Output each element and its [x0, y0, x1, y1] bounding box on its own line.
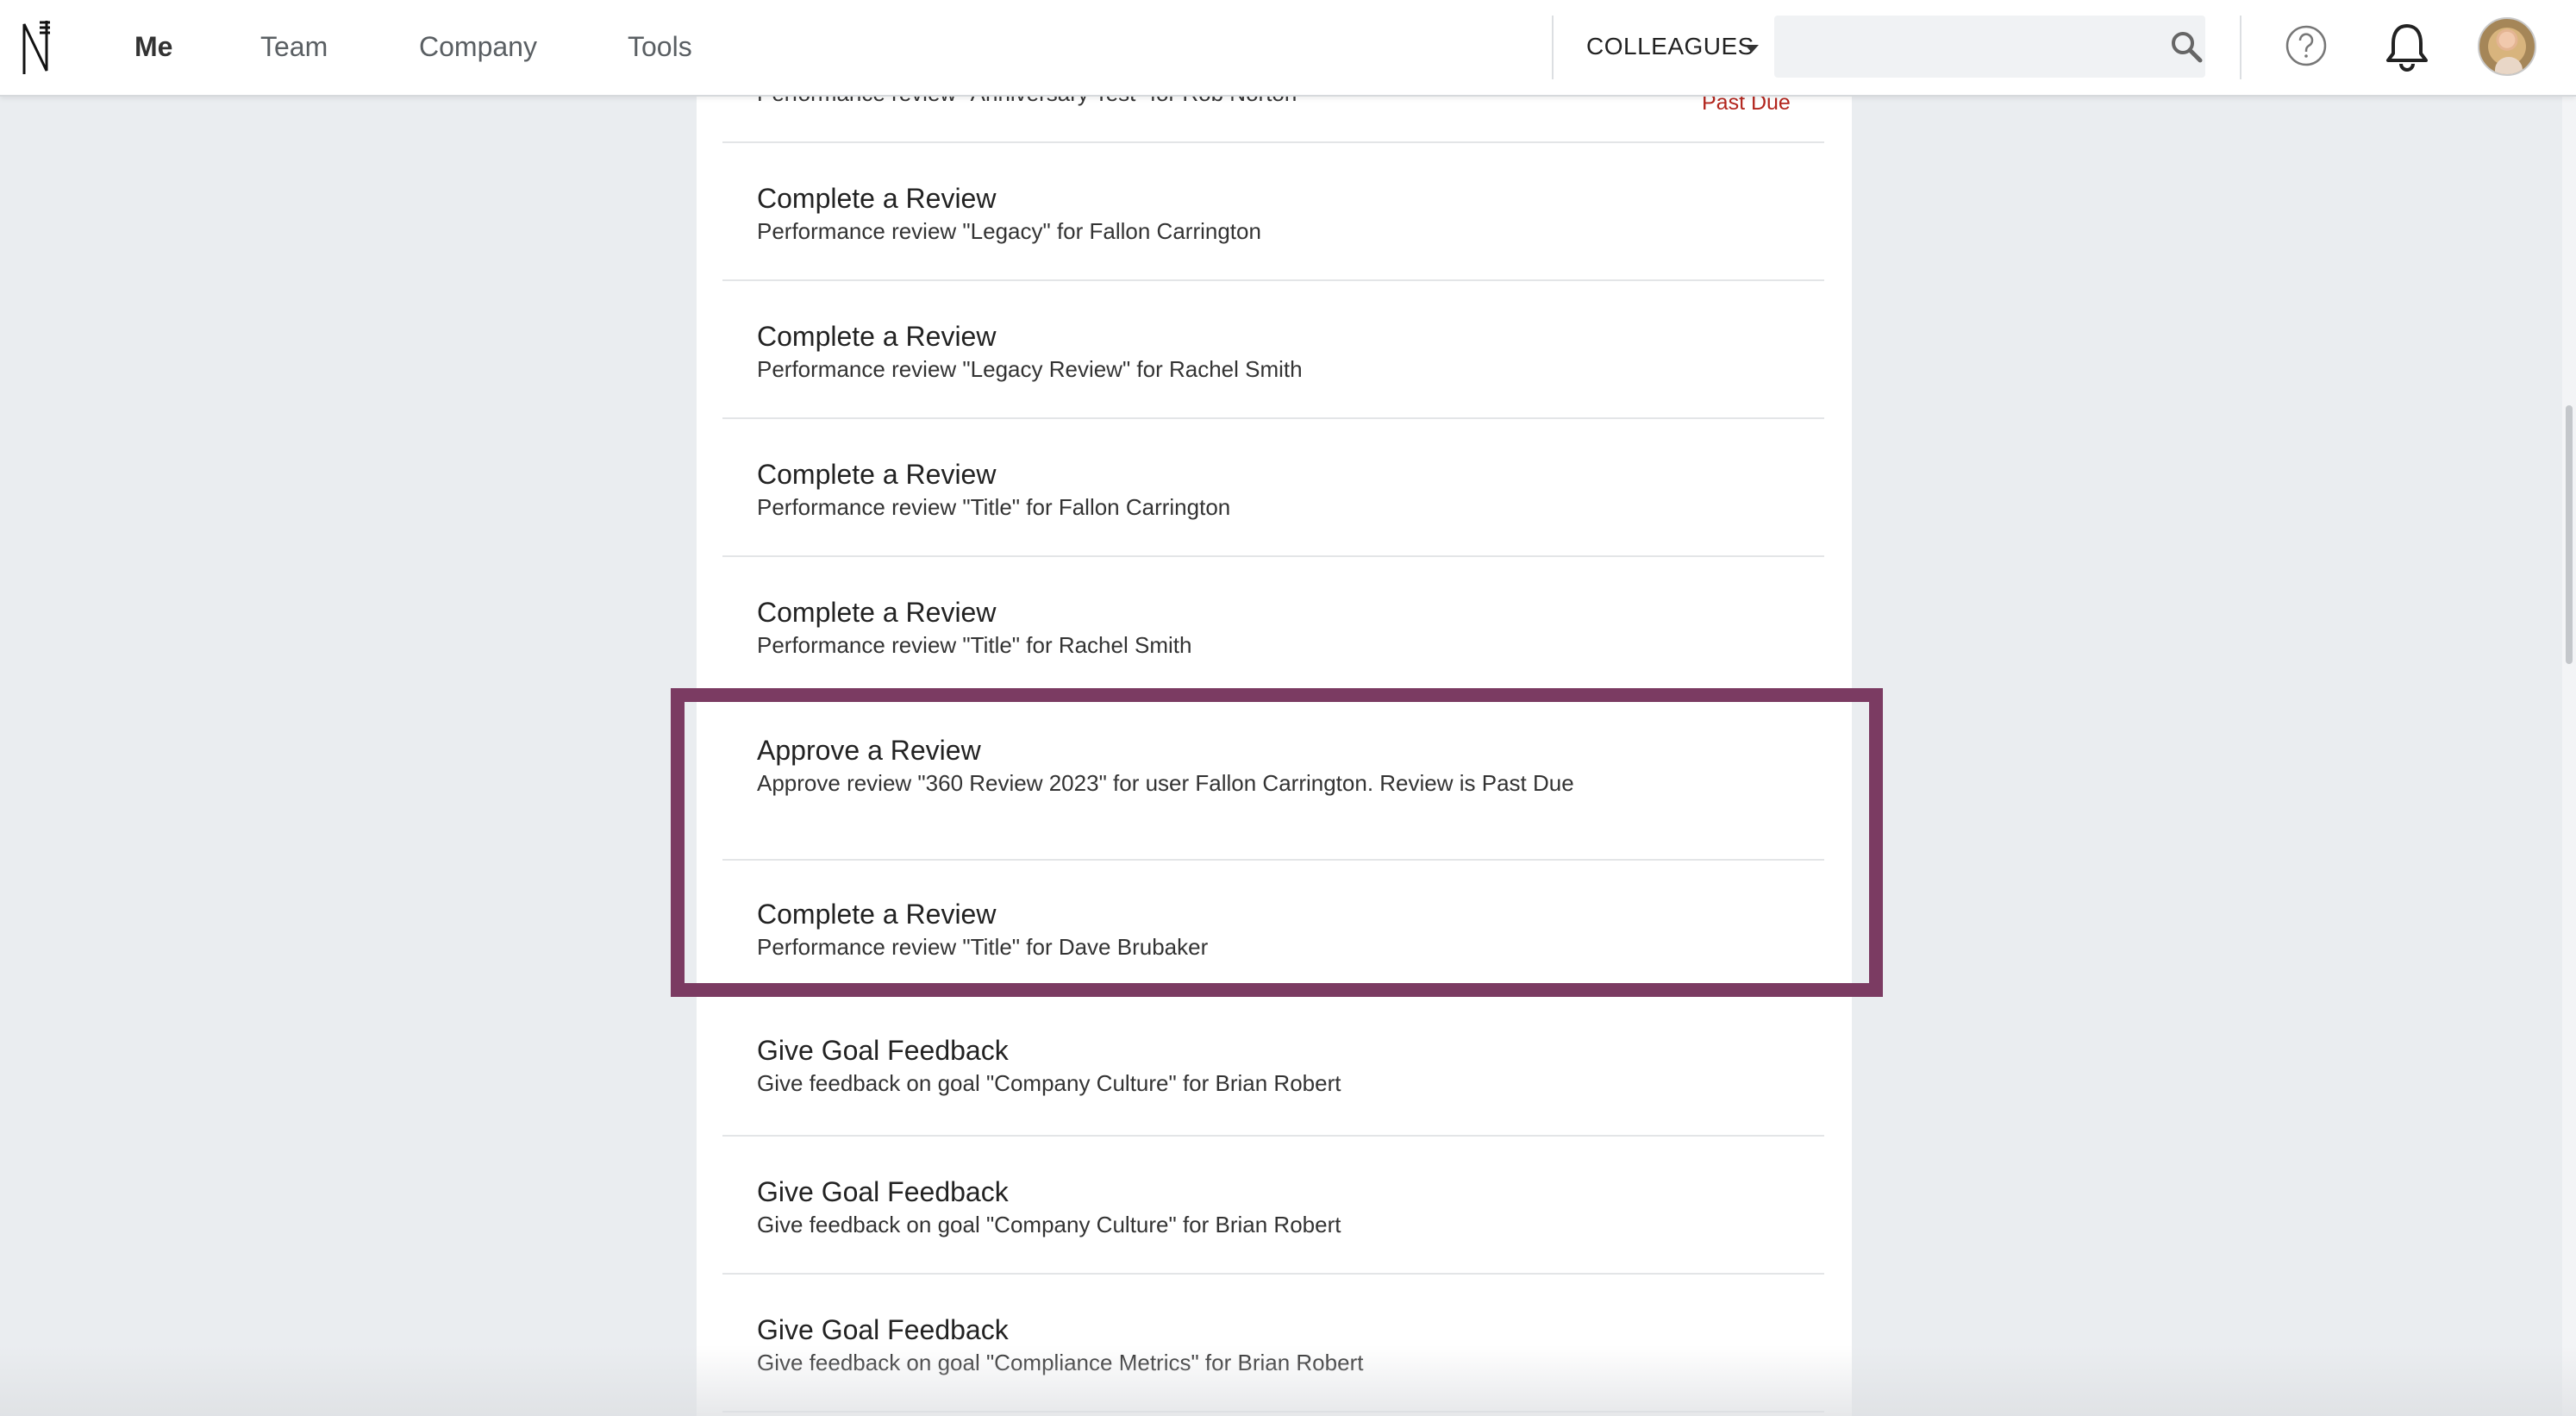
task-item[interactable]: Complete a Review Performance review "Ti…: [722, 419, 1824, 557]
app-logo-icon[interactable]: [19, 17, 53, 78]
scrollbar-track[interactable]: [2562, 95, 2576, 1416]
task-subtitle: Performance review "Title" for Fallon Ca…: [757, 494, 1231, 520]
task-subtitle: Performance review "Legacy" for Fallon C…: [757, 218, 1261, 244]
task-item[interactable]: Complete a Review Performance review "Ti…: [722, 557, 1824, 695]
task-subtitle: Performance review "Title" for Rachel Sm…: [757, 632, 1192, 658]
nav-item-team[interactable]: Team: [260, 29, 328, 64]
task-subtitle: Give feedback on goal "Company Culture" …: [757, 1070, 1341, 1096]
task-subtitle: Approve review "360 Review 2023" for use…: [757, 770, 1574, 796]
task-title[interactable]: Approve a Review: [757, 733, 981, 768]
task-subtitle: Give feedback on goal "Compliance Metric…: [757, 1350, 1364, 1375]
search-icon[interactable]: [2169, 29, 2204, 64]
task-item[interactable]: Give Goal Feedback Give feedback on goal…: [722, 1137, 1824, 1275]
task-item[interactable]: Give Goal Feedback Give feedback on goal…: [722, 1275, 1824, 1413]
task-subtitle: Give feedback on goal "Company Culture" …: [757, 1212, 1341, 1237]
colleagues-dropdown[interactable]: COLLEAGUES: [1586, 29, 1754, 64]
caret-down-icon[interactable]: [1745, 45, 1759, 53]
top-navigation-bar: Me Team Company Tools COLLEAGUES: [0, 0, 2576, 97]
scrollbar-thumb[interactable]: [2566, 405, 2573, 664]
task-item[interactable]: Complete a Review Performance review "Ti…: [722, 861, 1824, 990]
task-title[interactable]: Complete a Review: [757, 181, 996, 216]
task-item[interactable]: Complete a Review Performance review "Le…: [722, 143, 1824, 281]
task-title[interactable]: Give Goal Feedback: [757, 1033, 1009, 1068]
task-title[interactable]: Complete a Review: [757, 595, 996, 630]
task-subtitle: Performance review "Title" for Dave Brub…: [757, 934, 1209, 960]
nav-item-company[interactable]: Company: [419, 29, 537, 64]
nav-item-me[interactable]: Me: [134, 29, 172, 64]
nav-divider: [1552, 16, 1554, 79]
task-title[interactable]: Give Goal Feedback: [757, 1313, 1009, 1347]
bell-icon[interactable]: [2383, 21, 2431, 72]
task-title[interactable]: Complete a Review: [757, 897, 996, 931]
nav-item-tools[interactable]: Tools: [628, 29, 692, 64]
help-icon[interactable]: [2285, 24, 2328, 67]
search-input[interactable]: [1774, 16, 2205, 78]
task-item[interactable]: Complete a Review Performance review "Le…: [722, 281, 1824, 419]
task-item[interactable]: Give Goal Feedback Give feedback on goal…: [722, 997, 1824, 1137]
task-title[interactable]: Complete a Review: [757, 457, 996, 492]
task-title[interactable]: Complete a Review: [757, 319, 996, 354]
task-item[interactable]: Approve a Review Approve review "360 Rev…: [722, 695, 1824, 861]
task-subtitle: Performance review "Legacy Review" for R…: [757, 356, 1303, 382]
nav-divider: [2240, 16, 2241, 79]
avatar[interactable]: [2478, 17, 2536, 76]
task-title[interactable]: Give Goal Feedback: [757, 1175, 1009, 1209]
